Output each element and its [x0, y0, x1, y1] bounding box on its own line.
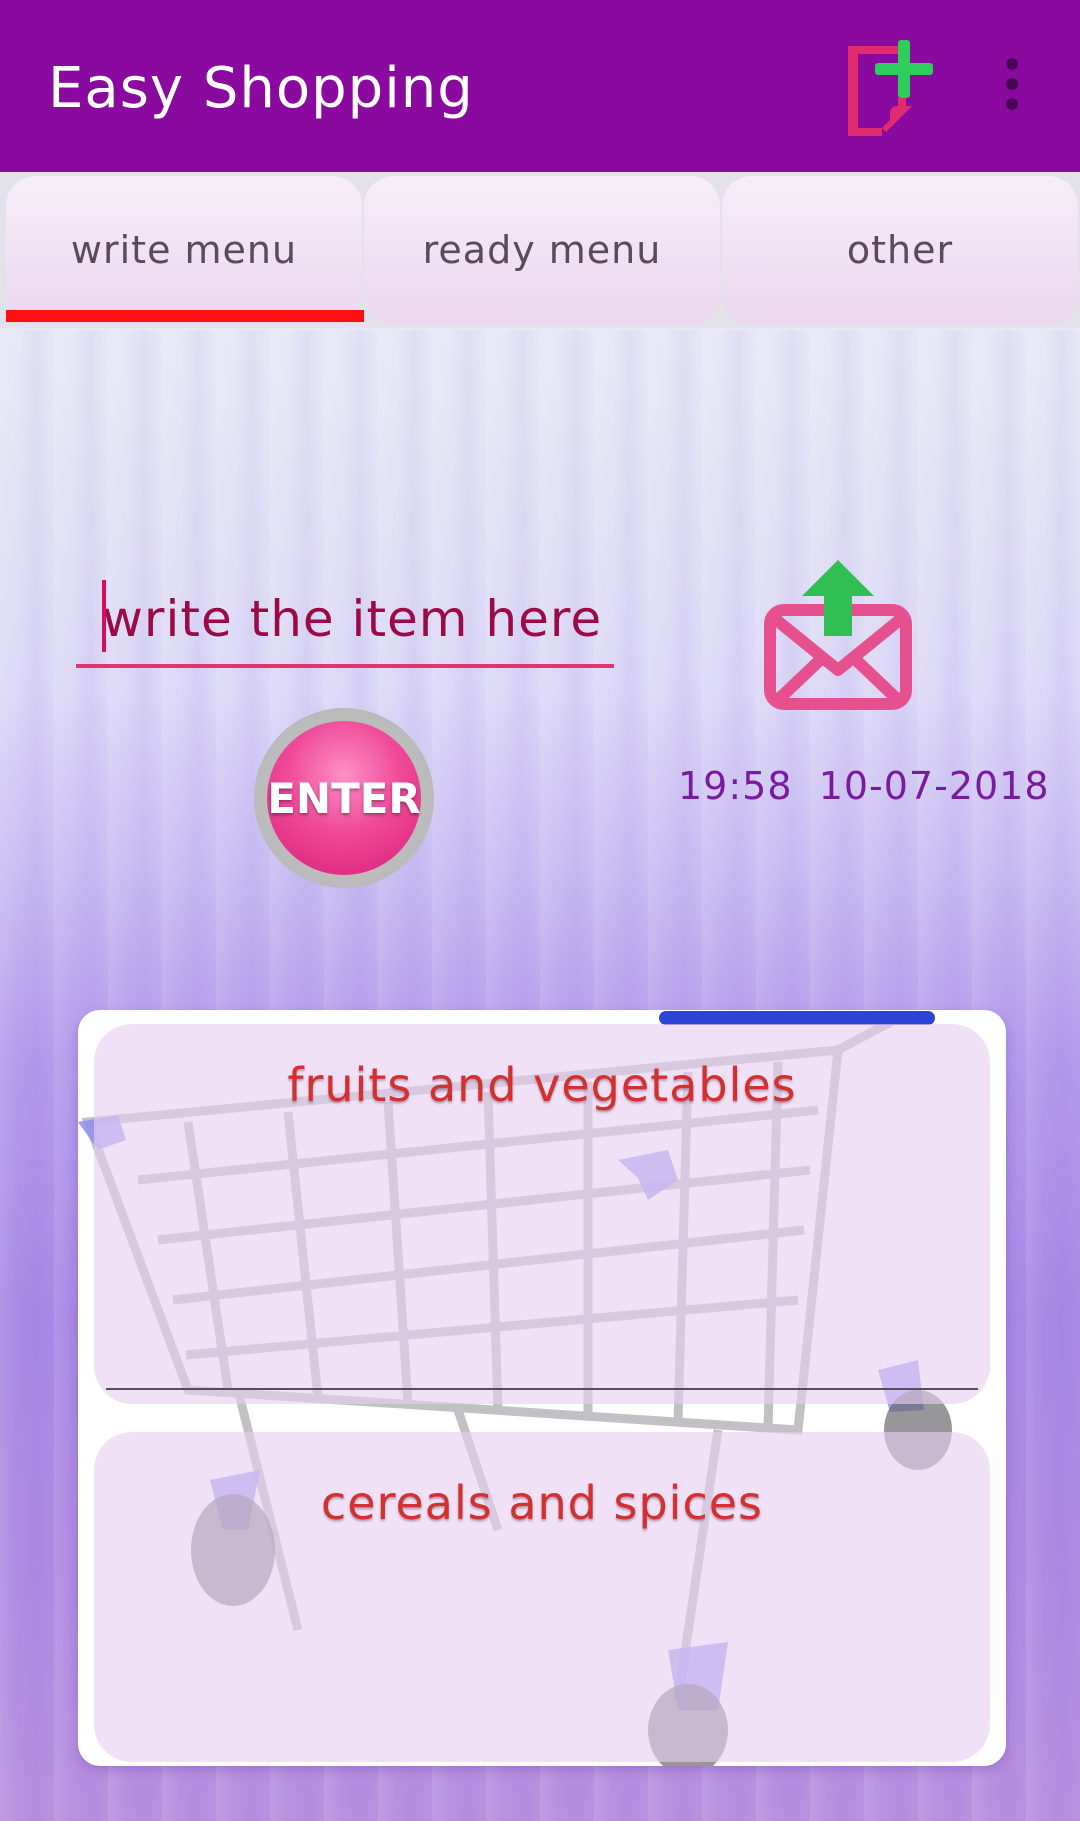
tab-ready-menu[interactable]: ready menu: [364, 176, 720, 324]
tab-write-menu[interactable]: write menu: [6, 176, 362, 324]
enter-button[interactable]: ENTER: [254, 708, 434, 888]
timestamp: 19:58 10-07-2018: [678, 764, 1050, 808]
category-label: cereals and spices: [320, 1476, 764, 1530]
mail-send-icon: [764, 560, 912, 710]
app-title: Easy Shopping: [48, 56, 474, 121]
timestamp-date: 10-07-2018: [818, 764, 1050, 808]
more-vertical-icon-dot: [1006, 78, 1018, 90]
item-input-placeholder: write the item here: [102, 590, 603, 648]
category-panel: fruits and vegetables cereals and spices: [78, 1010, 1006, 1766]
add-list-button[interactable]: [840, 36, 950, 146]
more-vertical-icon: [1006, 58, 1018, 70]
text-caret: [102, 580, 106, 652]
tab-bar: write menu ready menu other: [0, 172, 1080, 328]
category-card[interactable]: cereals and spices: [94, 1432, 990, 1762]
enter-button-label: ENTER: [267, 721, 421, 875]
category-card[interactable]: fruits and vegetables: [94, 1024, 990, 1404]
timestamp-time: 19:58: [678, 764, 793, 808]
category-label: fruits and vegetables: [287, 1058, 797, 1112]
divider: [106, 1388, 978, 1390]
more-vertical-icon-dot: [1006, 98, 1018, 110]
tab-other[interactable]: other: [722, 176, 1078, 324]
add-list-icon: [848, 40, 933, 136]
overflow-menu-button[interactable]: [995, 58, 1029, 118]
selected-tab-indicator: [6, 310, 364, 322]
app-bar: Easy Shopping: [0, 0, 1080, 172]
send-list-button[interactable]: [760, 558, 916, 714]
